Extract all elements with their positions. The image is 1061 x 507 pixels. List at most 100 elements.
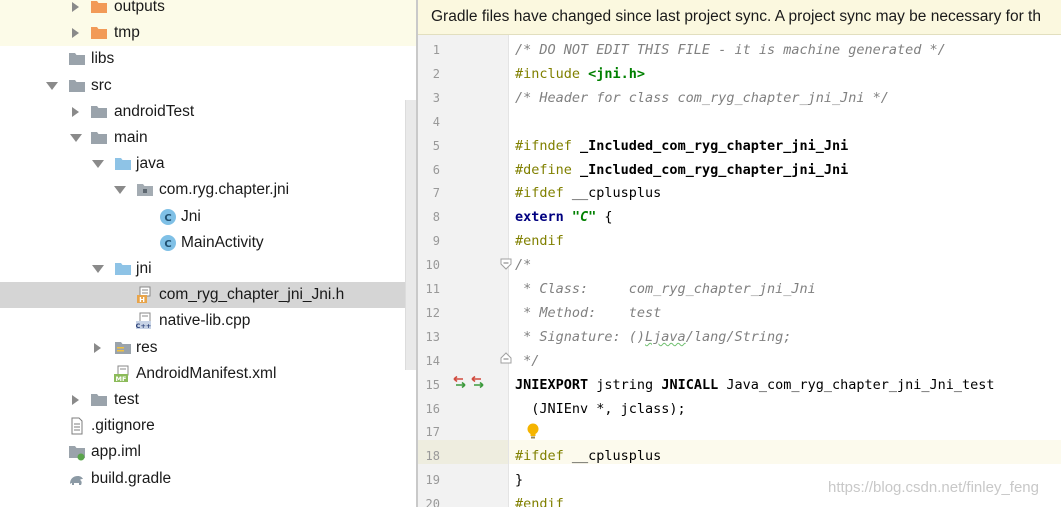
line-number: 5 [432,138,440,153]
line-number: 15 [425,377,440,392]
code-line[interactable]: #ifdef __cplusplus [515,444,661,468]
tree-item-label: test [114,391,139,408]
tree-item[interactable]: build.gradle [0,466,417,492]
tree-item[interactable]: .gitignore [0,413,417,439]
gradle-sync-banner: Gradle files have changed since last pro… [418,0,1061,35]
gradle-sync-message: Gradle files have changed since last pro… [431,8,1041,25]
expand-arrow-icon[interactable] [70,20,80,46]
tree-item-label: com.ryg.chapter.jni [159,181,290,199]
line-number: 19 [425,473,440,488]
code-line[interactable]: #endif [515,492,564,507]
tree-item-label: AndroidManifest.xml [136,364,277,382]
tree-item-label: libs [91,50,115,68]
line-number: 10 [425,258,440,273]
line-number: 8 [432,210,440,225]
tree-item[interactable]: MF AndroidManifest.xml [0,361,417,387]
res-folder-icon [114,335,132,361]
tree-item[interactable]: libs [0,46,417,72]
code-token: /* [515,257,532,274]
collapse-arrow-icon[interactable] [114,177,126,203]
tree-item[interactable]: src [0,73,417,99]
code-line[interactable]: extern "C" { [515,205,613,229]
tree-item[interactable]: com.ryg.chapter.jni [0,177,417,203]
code-token: #ifndef [515,137,581,154]
tree-item[interactable]: tmp [0,20,417,47]
tree-item-label: Jni [181,207,201,225]
code-line[interactable]: /* Header for class com_ryg_chapter_jni_… [515,86,889,110]
expand-arrow-icon[interactable] [70,387,80,413]
text-file-icon [68,413,86,439]
code-line[interactable]: * Signature: ()Ljava/lang/String; [515,325,791,349]
tree-item-label: tmp [114,24,140,42]
code-token: * Signature: () [515,328,646,345]
code-line[interactable]: (JNIEnv *, jclass); [515,397,685,421]
code-token: JNIEXPORT [515,376,589,393]
tree-item-label: build.gradle [91,469,172,487]
line-number: 1 [432,43,440,57]
tree-item[interactable]: jni [0,256,417,282]
line-number: 7 [432,186,440,201]
code-line[interactable]: #include <jni.h> [515,62,645,86]
tree-item[interactable]: test [0,387,417,413]
collapse-arrow-icon[interactable] [92,151,104,177]
tree-item[interactable]: outputs [0,0,417,20]
expand-arrow-icon[interactable] [70,0,80,20]
tree-item-label: native-lib.cpp [159,312,251,330]
manifest-file-icon: MF [114,361,132,387]
code-token: Ljava [645,328,686,345]
folder-gray-icon [90,125,108,151]
code-line[interactable]: /* [515,253,531,277]
code-line[interactable]: #endif [515,229,564,253]
tree-item-label: androidTest [114,102,195,120]
tree-item[interactable]: C++ native-lib.cpp [0,308,417,334]
code-token: #endif [515,496,564,507]
line-number: 17 [425,425,440,440]
code-line[interactable]: */ [515,349,539,373]
intention-bulb-icon[interactable] [526,422,540,445]
code-line[interactable]: #ifndef _Included_com_ryg_chapter_jni_Jn… [515,134,848,158]
tree-item[interactable]: Hcom_ryg_chapter_jni_Jni.h [0,282,417,309]
collapse-arrow-icon[interactable] [70,125,82,151]
code-token: JNICALL [661,376,719,393]
tree-item[interactable]: androidTest [0,99,417,125]
code-token: */ [515,352,540,369]
code-line[interactable]: #define _Included_com_ryg_chapter_jni_Jn… [515,158,848,182]
code-line[interactable]: JNIEXPORT jstring JNICALL Java_com_ryg_c… [515,373,995,397]
collapse-arrow-icon[interactable] [92,256,104,282]
module-file-icon [68,439,86,465]
code-line[interactable]: * Method: test [515,301,661,325]
code-token: __cplusplus [571,448,662,465]
svg-text:C: C [164,239,171,250]
tree-item-label: .gitignore [91,417,155,435]
implements-arrows-icon[interactable] [452,375,486,394]
header-file-icon: H [136,282,154,308]
tree-item-label: main [114,129,148,146]
fold-icon[interactable] [500,257,512,275]
code-token: _Included_com_ryg_chapter_jni_Jni [580,137,849,154]
svg-text:MF: MF [116,375,127,383]
tree-item[interactable]: java [0,151,417,177]
code-token: * Class: com_ryg_chapter_jni_Jni [515,281,816,297]
tree-item-label: MainActivity [181,233,264,251]
tree-item[interactable]: C MainActivity [0,230,417,256]
code-token: extern [515,209,572,226]
code-editor[interactable]: 1 2 3 4 5 6 7 8 9 10 11 12 13 14 15 16 17 18 19 20 /* DO NO… [418,0,1061,507]
fold-icon[interactable] [500,351,512,369]
expand-arrow-icon[interactable] [92,335,102,361]
code-token: #ifdef [515,185,572,202]
tree-item[interactable]: C Jni [0,204,417,230]
code-line[interactable]: * Class: com_ryg_chapter_jni_Jni [515,277,816,301]
expand-arrow-icon[interactable] [70,99,80,125]
code-line[interactable]: } [515,468,523,492]
tree-item-label: src [91,76,112,94]
tree-item[interactable]: main [0,125,417,151]
folder-gray-icon [68,46,86,72]
code-line[interactable]: /* DO NOT EDIT THIS FILE - it is machine… [515,38,946,62]
code-line[interactable]: #ifdef __cplusplus [515,181,661,205]
code-token: { [596,209,613,226]
code-token: /* Header for class com_ryg_chapter_jni_… [515,89,889,106]
line-number: 6 [432,162,440,177]
tree-item[interactable]: app.iml [0,439,417,465]
tree-item[interactable]: res [0,335,417,361]
collapse-arrow-icon[interactable] [46,73,58,99]
